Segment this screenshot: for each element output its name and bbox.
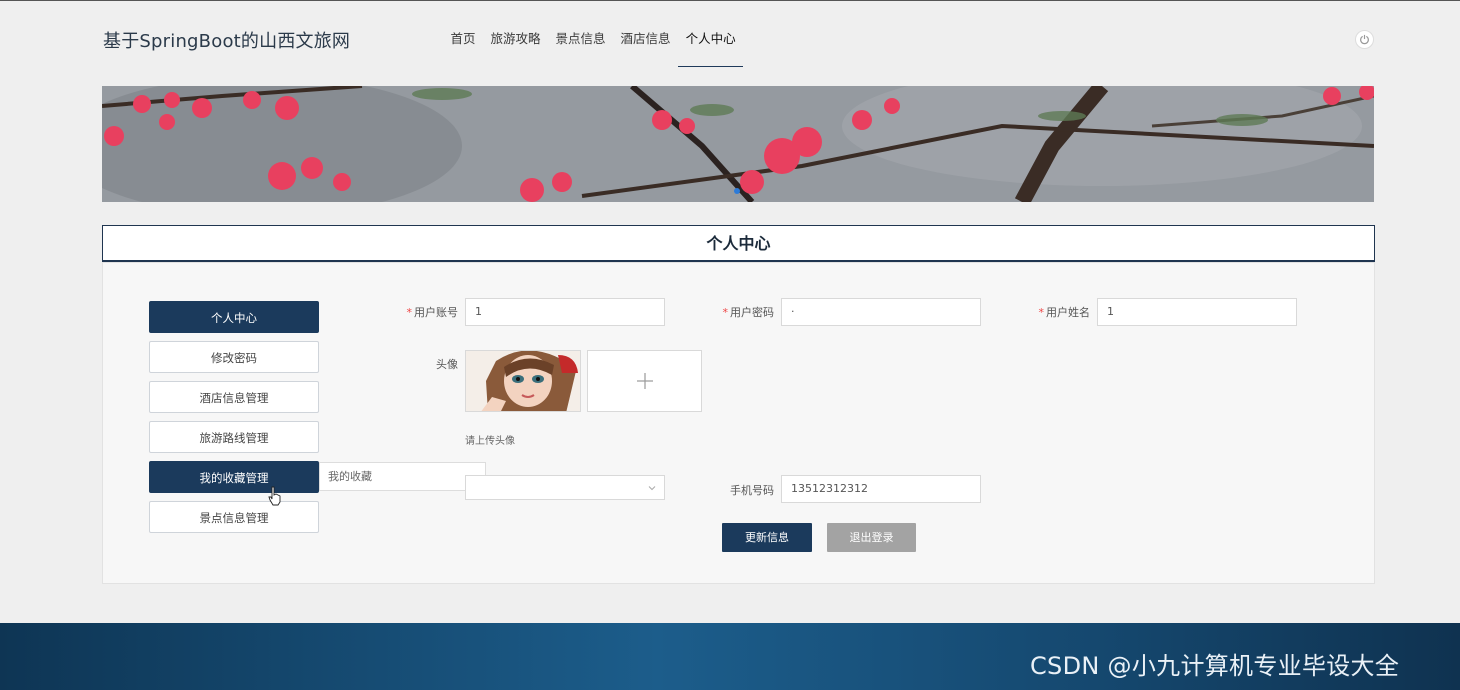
nav-home[interactable]: 首页 xyxy=(443,1,483,67)
account-input[interactable]: 1 xyxy=(465,298,665,326)
submenu-my-favorites[interactable]: 我的收藏 xyxy=(319,462,486,491)
avatar-preview[interactable] xyxy=(465,350,581,412)
watermark: CSDN @小九计算机专业毕设大全 xyxy=(1030,652,1400,680)
banner-carousel[interactable] xyxy=(102,86,1374,202)
carousel-indicator[interactable] xyxy=(734,188,740,194)
phone-label: 手机号码 xyxy=(730,484,774,497)
banner-image xyxy=(102,86,1374,202)
phone-input[interactable]: 13512312312 xyxy=(781,475,981,503)
password-input[interactable]: · xyxy=(781,298,981,326)
side-item-route-management[interactable]: 旅游路线管理 xyxy=(149,421,319,453)
side-item-hotel-management[interactable]: 酒店信息管理 xyxy=(149,381,319,413)
side-item-attraction-management[interactable]: 景点信息管理 xyxy=(149,501,319,533)
update-info-button[interactable]: 更新信息 xyxy=(722,523,812,552)
header: 基于SpringBoot的山西文旅网 首页 旅游攻略 景点信息 酒店信息 个人中… xyxy=(0,1,1460,79)
logout-button[interactable]: 退出登录 xyxy=(827,523,916,552)
nav-attractions[interactable]: 景点信息 xyxy=(548,1,613,67)
nav-personal-center[interactable]: 个人中心 xyxy=(678,1,744,67)
side-menu: 个人中心 修改密码 酒店信息管理 旅游路线管理 我的收藏管理 景点信息管理 xyxy=(149,301,319,541)
password-label: * 用户密码 xyxy=(722,306,775,319)
side-item-favorites-management[interactable]: 我的收藏管理 xyxy=(149,461,319,493)
name-label: * 用户姓名 xyxy=(1038,306,1091,319)
avatar-image xyxy=(466,351,580,411)
avatar-upload-button[interactable] xyxy=(587,350,702,412)
site-title[interactable]: 基于SpringBoot的山西文旅网 xyxy=(103,27,350,53)
account-label: * 用户账号 xyxy=(406,306,459,319)
avatar-upload-hint: 请上传头像 xyxy=(465,436,515,447)
hand-cursor-icon xyxy=(268,486,281,506)
side-item-change-password[interactable]: 修改密码 xyxy=(149,341,319,373)
chevron-down-icon xyxy=(648,486,656,491)
nav-hotels[interactable]: 酒店信息 xyxy=(613,1,678,67)
main-nav: 首页 旅游攻略 景点信息 酒店信息 个人中心 xyxy=(443,1,744,67)
avatar-label: 头像 xyxy=(436,358,458,371)
logout-power-button[interactable] xyxy=(1355,30,1374,49)
name-input[interactable]: 1 xyxy=(1097,298,1297,326)
plus-icon xyxy=(636,373,653,389)
nav-travel-guide[interactable]: 旅游攻略 xyxy=(483,1,548,67)
side-item-personal-center[interactable]: 个人中心 xyxy=(149,301,319,333)
power-icon xyxy=(1360,34,1369,45)
gender-select[interactable] xyxy=(465,475,665,500)
section-title: 个人中心 xyxy=(102,225,1375,262)
